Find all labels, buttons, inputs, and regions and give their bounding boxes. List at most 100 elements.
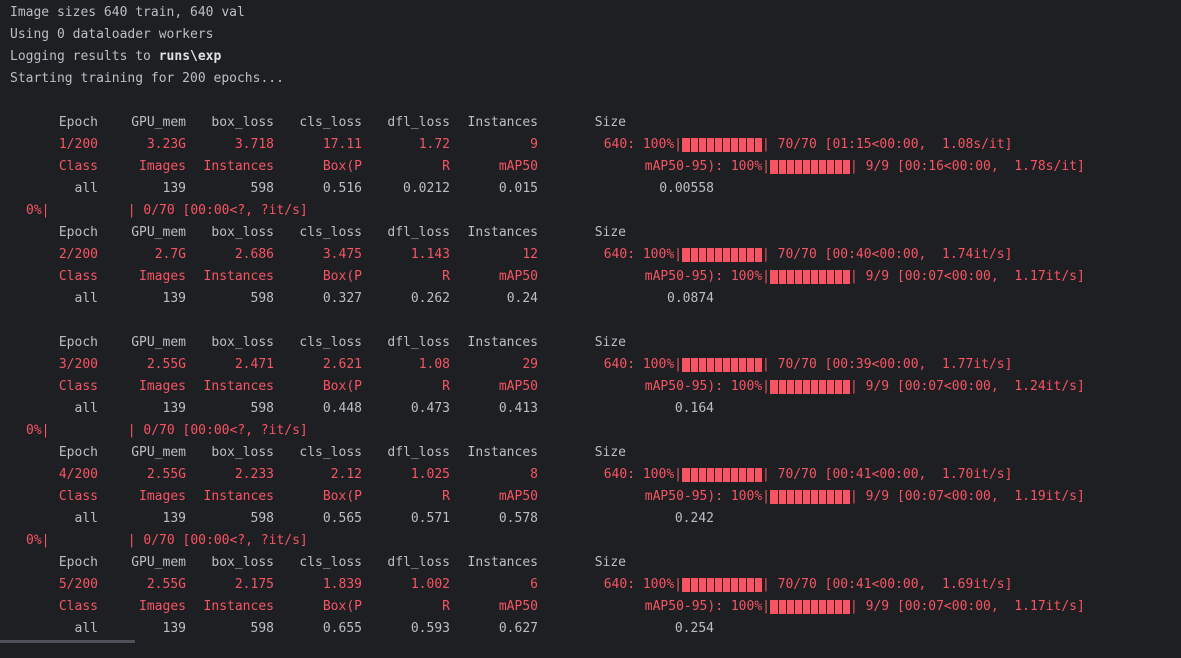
- val-header: Class: [58, 159, 98, 174]
- val-header: Box(P: [322, 269, 362, 284]
- train-value: 2.175: [234, 577, 274, 592]
- val-header: Box(P: [322, 489, 362, 504]
- val-progress-text: | 9/9 [00:07<00:00, 1.24it/s]: [850, 379, 1085, 394]
- column-header: Instances: [467, 445, 538, 460]
- info-text: Starting training for 200 epochs...: [10, 71, 284, 86]
- column-header: Size: [594, 445, 626, 460]
- metric-value: 139: [162, 511, 186, 526]
- column-header: dfl_loss: [387, 555, 450, 570]
- column-header: box_loss: [211, 115, 274, 130]
- metric-value: 139: [162, 621, 186, 636]
- val-header: R: [442, 379, 450, 394]
- train-value: 2.55G: [146, 577, 186, 592]
- column-header: Size: [594, 225, 626, 240]
- column-header: Epoch: [58, 225, 98, 240]
- val-progress-text: | 9/9 [00:07<00:00, 1.17it/s]: [850, 599, 1085, 614]
- train-value: 2.233: [234, 467, 274, 482]
- info-line: Starting training for 200 epochs...: [10, 68, 284, 90]
- val-header: Class: [58, 489, 98, 504]
- train-value: 640: 100%|: [603, 247, 682, 262]
- metric-value: 598: [250, 291, 274, 306]
- train-value: 5/200: [58, 577, 98, 592]
- column-header: dfl_loss: [387, 115, 450, 130]
- val-header: Class: [58, 379, 98, 394]
- column-header: Epoch: [58, 445, 98, 460]
- column-header: cls_loss: [299, 115, 362, 130]
- train-progress-text: | 70/70 [01:15<00:00, 1.08s/it]: [762, 137, 1013, 152]
- metric-value: 0.327: [322, 291, 362, 306]
- train-value: 1/200: [58, 137, 98, 152]
- train-value: 9: [530, 137, 538, 152]
- column-header: cls_loss: [299, 335, 362, 350]
- val-header: Class: [58, 269, 98, 284]
- train-progress-text: | 70/70 [00:41<00:00, 1.69it/s]: [762, 577, 1013, 592]
- metric-value: 598: [250, 621, 274, 636]
- metric-value: 0.24: [506, 291, 538, 306]
- val-header: mAP50-95): 100%|: [644, 489, 770, 504]
- empty-progress-text: 0%| | 0/70 [00:00<?, ?it/s]: [26, 533, 308, 548]
- train-value: 1.08: [418, 357, 450, 372]
- val-header: Images: [139, 599, 186, 614]
- metric-value: 0.015: [498, 181, 538, 196]
- train-value: 2.55G: [146, 357, 186, 372]
- val-header: mAP50-95): 100%|: [644, 269, 770, 284]
- metric-value: 0.473: [410, 401, 450, 416]
- empty-progress-text: 0%| | 0/70 [00:00<?, ?it/s]: [26, 423, 308, 438]
- val-header: Images: [139, 489, 186, 504]
- val-header: Instances: [203, 269, 274, 284]
- metric-value: 0.578: [498, 511, 538, 526]
- val-header: mAP50-95): 100%|: [644, 599, 770, 614]
- metric-value: 0.242: [674, 511, 714, 526]
- train-value: 29: [522, 357, 538, 372]
- column-header: GPU_mem: [131, 555, 186, 570]
- column-header: cls_loss: [299, 555, 362, 570]
- train-progress-bar: [682, 578, 762, 592]
- column-header: GPU_mem: [131, 225, 186, 240]
- train-progress-text: | 70/70 [00:41<00:00, 1.70it/s]: [762, 467, 1013, 482]
- info-line: Image sizes 640 train, 640 val: [10, 2, 245, 24]
- val-progress-text: | 9/9 [00:07<00:00, 1.19it/s]: [850, 489, 1085, 504]
- empty-progress-row: 0%| | 0/70 [00:00<?, ?it/s]: [26, 530, 308, 552]
- metric-value: 598: [250, 181, 274, 196]
- val-header: mAP50: [498, 379, 538, 394]
- train-value: 6: [530, 577, 538, 592]
- train-progress-text: | 70/70 [00:40<00:00, 1.74it/s]: [762, 247, 1013, 262]
- metric-value: 139: [162, 291, 186, 306]
- train-value: 2.471: [234, 357, 274, 372]
- column-header: GPU_mem: [131, 115, 186, 130]
- train-value: 12: [522, 247, 538, 262]
- info-text: Image sizes 640 train, 640 val: [10, 5, 245, 20]
- metric-value: 139: [162, 401, 186, 416]
- column-header: Instances: [467, 335, 538, 350]
- train-progress-bar: [682, 138, 762, 152]
- empty-progress-row: 0%| | 0/70 [00:00<?, ?it/s]: [26, 420, 308, 442]
- column-header: box_loss: [211, 335, 274, 350]
- val-progress-bar: [770, 380, 850, 394]
- metric-value: 0.164: [674, 401, 714, 416]
- column-header: Size: [594, 335, 626, 350]
- val-header: R: [442, 599, 450, 614]
- column-header: Epoch: [58, 555, 98, 570]
- train-value: 640: 100%|: [603, 137, 682, 152]
- column-header: box_loss: [211, 445, 274, 460]
- metric-value: 0.655: [322, 621, 362, 636]
- val-header: mAP50: [498, 269, 538, 284]
- val-header: Images: [139, 269, 186, 284]
- column-header: dfl_loss: [387, 445, 450, 460]
- info-line: Logging results to runs\exp: [10, 46, 221, 68]
- empty-progress-text: 0%| | 0/70 [00:00<?, ?it/s]: [26, 203, 308, 218]
- val-header: mAP50-95): 100%|: [644, 379, 770, 394]
- metric-value: 0.571: [410, 511, 450, 526]
- metric-value: 0.262: [410, 291, 450, 306]
- val-header: Box(P: [322, 159, 362, 174]
- metric-value: 0.516: [322, 181, 362, 196]
- metric-value: 0.448: [322, 401, 362, 416]
- column-header: box_loss: [211, 225, 274, 240]
- train-value: 640: 100%|: [603, 467, 682, 482]
- metric-value: 598: [250, 511, 274, 526]
- val-header: Box(P: [322, 599, 362, 614]
- column-header: Epoch: [58, 115, 98, 130]
- train-value: 640: 100%|: [603, 577, 682, 592]
- column-header: GPU_mem: [131, 445, 186, 460]
- terminal-output[interactable]: Image sizes 640 train, 640 val Using 0 da…: [0, 0, 1181, 643]
